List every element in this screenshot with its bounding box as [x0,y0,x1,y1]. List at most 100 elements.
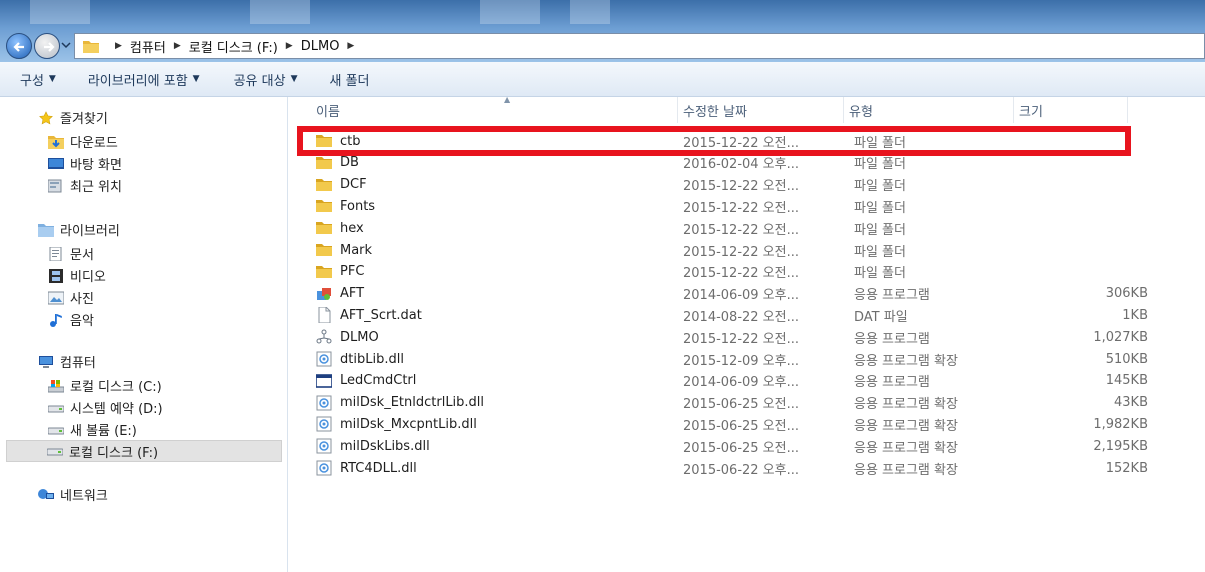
file-row[interactable]: LedCmdCtrl 2014-06-09 오후... 응용 프로그램 145KB [308,370,1148,392]
file-name-text: milDskLibs.dll [340,438,430,454]
file-name[interactable]: AFT [316,286,364,302]
share-with-button[interactable]: 공유 대상 ▼ [234,70,298,89]
pictures-icon [48,291,64,304]
file-name[interactable]: PFC [316,264,364,280]
file-type: 파일 폴더 [854,244,906,260]
folder-icon [316,244,332,256]
dll-icon [316,395,332,411]
column-header-size[interactable]: 크기 [1014,97,1128,123]
breadcrumb-separator-icon[interactable]: ▶ [115,41,122,51]
drive-icon [48,405,64,412]
folder-icon [316,222,332,235]
system-drive-icon [48,379,64,392]
organize-button[interactable]: 구성 ▼ [20,70,56,89]
nav-downloads-label: 다운로드 [70,136,118,151]
file-date: 2015-06-25 오전... [683,418,799,434]
column-size-label: 크기 [1019,104,1043,120]
file-size: 2,195KB [1093,438,1148,454]
file-row[interactable]: PFC 2015-12-22 오전... 파일 폴더 [308,261,1148,283]
new-folder-button[interactable]: 새 폴더 [329,70,369,89]
back-button[interactable] [6,33,32,59]
file-row[interactable]: milDsk_EtnldctrlLib.dll 2015-06-25 오전... 응… [308,392,1148,414]
breadcrumb-computer[interactable]: 컴퓨터 [130,37,166,56]
column-date-label: 수정한 날짜 [683,104,747,120]
file-name[interactable]: hex [316,220,364,236]
file-date: 2015-06-22 오후... [683,462,799,478]
file-type: 파일 폴더 [854,200,906,216]
file-row[interactable]: AFT 2014-06-09 오후... 응용 프로그램 306KB [308,283,1148,305]
breadcrumb-folder[interactable]: DLMO [301,39,340,54]
drive-icon [47,448,63,456]
nav-documents[interactable]: 문서 [48,244,94,263]
column-header-type[interactable]: 유형 [844,97,1014,123]
file-type: 파일 폴더 [854,222,906,238]
file-name[interactable]: DB [316,155,359,171]
nav-computer[interactable]: 컴퓨터 [38,352,96,371]
file-name[interactable]: dtibLib.dll [316,351,404,367]
downloads-folder-icon [48,135,64,149]
file-name[interactable]: milDsk_EtnldctrlLib.dll [316,395,484,411]
file-name[interactable]: DCF [316,177,367,193]
taskbar-ghost [30,0,90,24]
breadcrumb-separator-icon[interactable]: ▶ [286,41,293,51]
nav-music[interactable]: 음악 [48,310,94,329]
include-in-library-button[interactable]: 라이브러리에 포함 ▼ [88,70,200,89]
nav-favorites[interactable]: 즐겨찾기 [38,108,108,127]
file-row[interactable]: AFT_Scrt.dat 2014-08-22 오전... DAT 파일 1KB [308,304,1148,326]
history-dropdown-icon[interactable] [61,40,71,50]
nav-drive-f-label: 로컬 디스크 (F:) [69,445,159,461]
breadcrumb-drive[interactable]: 로컬 디스크 (F:) [189,37,278,56]
libraries-icon [38,223,54,237]
file-name[interactable]: Fonts [316,198,375,214]
file-name[interactable]: milDsk_MxcpntLib.dll [316,416,477,432]
file-row[interactable]: Mark 2015-12-22 오전... 파일 폴더 [308,239,1148,261]
command-bar: 구성 ▼ 라이브러리에 포함 ▼ 공유 대상 ▼ 새 폴더 [0,62,1205,97]
file-row[interactable]: DCF 2015-12-22 오전... 파일 폴더 [308,174,1148,196]
nav-drive-d[interactable]: 시스템 예약 (D:) [48,398,163,417]
file-date: 2015-06-25 오전... [683,397,799,413]
file-row[interactable]: milDskLibs.dll 2015-06-25 오전... 응용 프로그램 확장… [308,435,1148,457]
file-row[interactable]: dtibLib.dll 2015-12-09 오후... 응용 프로그램 확장 510… [308,348,1148,370]
file-row[interactable]: milDsk_MxcpntLib.dll 2015-06-25 오전... 응용 프… [308,413,1148,435]
nav-network[interactable]: 네트워크 [38,485,108,504]
file-row[interactable]: DLMO 2015-12-22 오전... 응용 프로그램 1,027KB [308,326,1148,348]
file-name[interactable]: AFT_Scrt.dat [316,307,422,324]
file-size: 1KB [1122,307,1148,323]
file-name[interactable]: Mark [316,242,372,258]
file-type: 응용 프로그램 [854,331,930,347]
address-field[interactable]: ▶ 컴퓨터 ▶ 로컬 디스크 (F:) ▶ DLMO ▶ [74,33,1205,59]
nav-downloads[interactable]: 다운로드 [48,132,118,151]
file-row[interactable]: RTC4DLL.dll 2015-06-22 오후... 응용 프로그램 확장 152… [308,457,1148,479]
nav-drive-e[interactable]: 새 볼륨 (E:) [48,420,137,439]
nav-videos[interactable]: 비디오 [48,266,106,285]
file-name[interactable]: LedCmdCtrl [316,373,416,389]
file-name[interactable]: RTC4DLL.dll [316,460,417,476]
file-icon [318,307,331,324]
nav-libraries[interactable]: 라이브러리 [38,220,120,239]
file-size: 1,982KB [1093,416,1148,432]
breadcrumb-separator-icon[interactable]: ▶ [174,41,181,51]
file-row[interactable]: hex 2015-12-22 오전... 파일 폴더 [308,217,1148,239]
forward-button[interactable] [34,33,60,59]
nav-drive-c[interactable]: 로컬 디스크 (C:) [48,376,162,395]
nav-drive-f[interactable]: 로컬 디스크 (F:) [6,440,282,462]
nav-recent-places[interactable]: 최근 위치 [48,176,122,195]
file-date: 2015-12-22 오전... [683,222,799,238]
file-date: 2016-02-04 오후... [683,157,799,173]
network-app-icon [316,329,332,344]
file-date: 2015-12-22 오전... [683,179,799,195]
include-in-library-label: 라이브러리에 포함 [87,73,188,89]
breadcrumb-separator-icon[interactable]: ▶ [347,41,354,51]
file-name[interactable]: DLMO [316,329,379,345]
highlight-annotation-box [297,126,1131,156]
nav-music-label: 음악 [70,314,94,329]
nav-computer-label: 컴퓨터 [60,356,96,371]
nav-pictures[interactable]: 사진 [48,288,94,307]
folder-icon [316,265,332,278]
file-date: 2015-12-09 오후... [683,353,799,369]
column-header-date[interactable]: 수정한 날짜 [678,97,844,123]
file-name[interactable]: milDskLibs.dll [316,438,430,454]
column-header-name[interactable]: 이름 ▲ [308,95,678,123]
nav-desktop[interactable]: 바탕 화면 [48,154,122,173]
file-row[interactable]: Fonts 2015-12-22 오전... 파일 폴더 [308,195,1148,217]
